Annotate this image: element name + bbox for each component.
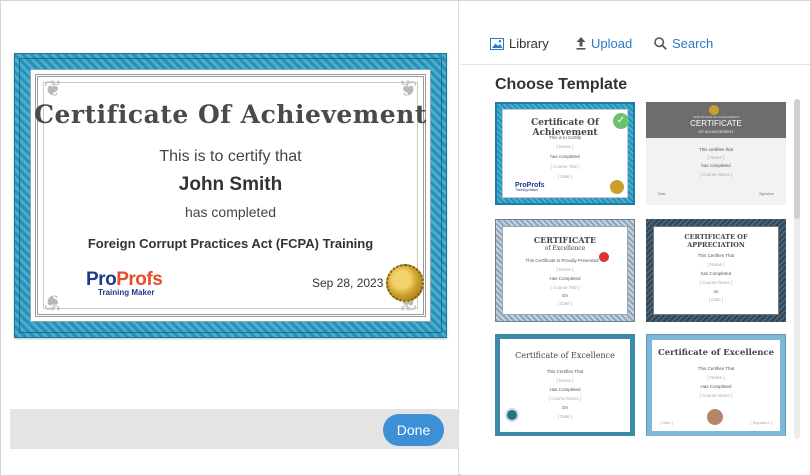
template-line: This Certifies That <box>546 369 584 374</box>
template-footer-left: Date <box>658 192 666 196</box>
tab-search-label: Search <box>672 36 714 51</box>
upload-icon <box>576 37 586 50</box>
template-thumbnail[interactable]: Certificate of Excellence This Certifies… <box>646 334 786 436</box>
template-subtitle: OF ACHIEVEMENT <box>698 129 734 134</box>
template-paper: CERTIFICATE of Excellence This Certifica… <box>502 226 628 315</box>
template-field: [ Course Name ] <box>699 280 733 285</box>
selected-check-icon: ✓ <box>613 113 629 129</box>
template-field: [ Name ] <box>556 378 574 383</box>
template-title: CERTIFICATE OF <box>684 233 748 241</box>
template-title: Certificate of Excellence <box>515 351 615 360</box>
gold-seal-icon <box>610 180 624 194</box>
template-subtitle: of Excellence <box>544 245 586 252</box>
recipient-name: John Smith <box>178 174 283 195</box>
certificate-paper: ❦ ❦ ❦ ❦ Certificate Of Achievement This … <box>30 69 431 322</box>
template-line: has completed <box>550 154 580 159</box>
source-tabs: Library Upload Search <box>461 1 810 65</box>
template-thumbnail[interactable]: Certificate of Excellence This Certifies… <box>495 334 635 436</box>
certify-text: This is to certify that <box>159 148 302 165</box>
certificate-title: Certificate Of Achievement <box>34 100 427 129</box>
template-field: [ Date ] <box>557 301 573 306</box>
template-line: has completed <box>701 163 731 168</box>
gold-seal-icon <box>386 264 424 302</box>
tab-library[interactable]: Library <box>490 36 549 51</box>
choose-template-title: Choose Template <box>495 76 628 93</box>
seal-icon <box>707 409 723 425</box>
template-logo-subtext: Training Maker <box>515 188 539 192</box>
template-field: [ Name ] <box>556 267 574 272</box>
template-paper: Certificate of Excellence This Certifies… <box>500 339 630 432</box>
template-thumbnail[interactable]: CERTIFICATE OF APPRECIATION This Certifi… <box>646 219 786 322</box>
template-line: This certifies that <box>698 147 733 152</box>
search-icon <box>654 37 667 50</box>
template-footer-right: [ Signature ] <box>750 420 772 425</box>
template-grid: Certificate Of Achievement This is to Ce… <box>495 102 790 436</box>
done-button[interactable]: Done <box>383 414 444 446</box>
template-field: [ Name ] <box>707 262 725 267</box>
template-subtitle: APPRECIATION <box>687 241 745 249</box>
template-field: [ Name ] <box>707 375 725 380</box>
template-field: [ Course Name ] <box>699 172 733 177</box>
template-thumbnail[interactable]: Certificate Of Achievement This is to Ce… <box>495 102 635 205</box>
tab-upload-label: Upload <box>591 36 633 51</box>
completed-text: has completed <box>184 204 277 220</box>
tab-library-label: Library <box>509 36 549 51</box>
app-window: ❦ ❦ ❦ ❦ Certificate Of Achievement This … <box>0 0 810 475</box>
template-line: This Certifies That <box>697 253 735 258</box>
course-name: Foreign Corrupt Practices Act (FCPA) Tra… <box>87 236 374 251</box>
template-field: [ Course Title ] <box>550 285 580 290</box>
template-field: [ Date ] <box>708 297 724 302</box>
tab-upload[interactable]: Upload <box>576 36 632 51</box>
ribbon-icon <box>599 252 609 262</box>
template-footer-right: Signature <box>759 192 774 196</box>
template-thumbnail[interactable]: CERTIFICATE OF ACHIEVEMENT CERTIFICATE O… <box>646 102 786 205</box>
template-title: Certificate of Excellence <box>657 348 774 358</box>
template-line: Has Completed <box>549 387 581 392</box>
template-line: This Certifies That <box>697 366 735 371</box>
template-field: [ Name ] <box>556 144 574 149</box>
logo-text-profs: Profs <box>116 269 163 290</box>
template-footer-left: [ Date ] <box>660 420 673 425</box>
logo-text-pro: Pro <box>86 269 117 290</box>
template-logo: ProProfs Training Maker <box>515 182 545 193</box>
template-line: on <box>713 289 719 294</box>
template-title: CERTIFICATE <box>690 119 742 128</box>
badge-icon <box>709 105 719 115</box>
logo-subtext: Training Maker <box>98 288 155 297</box>
badge-icon <box>505 408 519 422</box>
template-line: Has Completed <box>549 276 581 281</box>
template-scrollbar[interactable] <box>794 99 800 439</box>
template-field: [ Date ] <box>557 414 573 419</box>
certificate-date: Sep 28, 2023 <box>312 276 384 290</box>
template-header-band: CERTIFICATE OF ACHIEVEMENT CERTIFICATE O… <box>646 102 786 138</box>
template-line: On <box>561 405 568 410</box>
image-icon <box>490 37 504 50</box>
template-field: [ Name ] <box>707 155 725 160</box>
template-line: On <box>561 293 568 298</box>
template-panel: Library Upload Search Choose Template Ce… <box>461 1 810 475</box>
preview-pane: ❦ ❦ ❦ ❦ Certificate Of Achievement This … <box>1 1 459 475</box>
template-title: CERTIFICATE <box>533 235 597 245</box>
template-line: This is to Certify <box>548 135 582 140</box>
flourish-icon: ❦ <box>43 289 63 314</box>
template-line: Has Completed <box>700 384 732 389</box>
template-field: [ Course Title ] <box>550 164 580 169</box>
template-field: [ Course Name ] <box>699 393 733 398</box>
template-field: [ Date ] <box>557 174 573 179</box>
proprofs-logo: ProProfs Training Maker <box>86 269 163 297</box>
template-field: [ Course Name ] <box>548 396 582 401</box>
template-paper: CERTIFICATE OF APPRECIATION This Certifi… <box>653 226 779 315</box>
template-thumbnail[interactable]: CERTIFICATE of Excellence This Certifica… <box>495 219 635 322</box>
certificate-preview: ❦ ❦ ❦ ❦ Certificate Of Achievement This … <box>14 53 447 338</box>
template-line: has Completed <box>700 271 732 276</box>
template-paper: Certificate Of Achievement This is to Ce… <box>502 109 628 198</box>
tab-search[interactable]: Search <box>654 36 713 51</box>
